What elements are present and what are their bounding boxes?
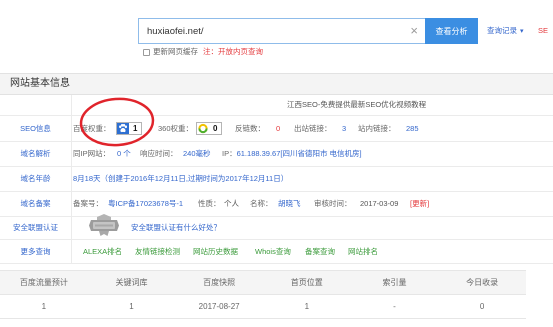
- dns-row: 域名解析 同IP网站： 0 个 响应时间： 240毫秒 IP：61.188.39…: [0, 142, 553, 167]
- icp-type-value: 个人: [224, 199, 239, 208]
- query-history-dropdown[interactable]: 查询记录 ▾: [487, 25, 524, 38]
- icp-name-value[interactable]: 胡晓飞: [278, 192, 301, 216]
- icp-row: 域名备案 备案号： 粤ICP备17023678号-1 性质： 个人 名称： 胡晓…: [0, 192, 553, 217]
- stats-header-keywords: 关键词库: [87, 270, 176, 295]
- query-history-label: 查询记录: [487, 26, 517, 35]
- internal-links-label: 站内链接：: [358, 124, 396, 133]
- more-link-alexa[interactable]: ALEXA排名: [83, 240, 122, 263]
- same-ip-value[interactable]: 0 个: [117, 142, 131, 166]
- domain-age-row: 域名年龄 8月18天（创建于2016年12月11日,过期时间为2017年12月1…: [0, 167, 553, 192]
- domain-age-label[interactable]: 域名年龄: [0, 167, 72, 191]
- ip-value[interactable]: 61.188.39.67[四川省德阳市 电信机房]: [237, 149, 362, 158]
- more-queries-row: 更多查询 ALEXA排名 友情链接检测 网站历史数据 Whois查询 备案查询 …: [0, 240, 553, 264]
- more-queries-label[interactable]: 更多查询: [0, 240, 72, 263]
- seo-info-label[interactable]: SEO信息: [0, 116, 72, 141]
- response-time-value[interactable]: 240毫秒: [183, 142, 211, 166]
- stats-header-row: 百度流量预计 关键词库 百度快照 首页位置 索引量 今日收录: [0, 270, 526, 295]
- stats-header-home-position: 首页位置: [262, 270, 351, 295]
- 360-rank-label: 360权重：: [158, 124, 194, 133]
- more-link-friend-links[interactable]: 友情链接检测: [135, 240, 180, 263]
- search-submit-button[interactable]: 查看分析: [425, 18, 478, 44]
- icp-review-label: 审核时间：: [314, 199, 352, 208]
- more-link-whois[interactable]: Whois查询: [255, 240, 291, 263]
- 360-logo-icon: [198, 123, 208, 134]
- more-link-icp[interactable]: 备案查询: [305, 240, 335, 263]
- table-row: 1 1 2017-08-27 1 - 0: [0, 294, 526, 319]
- stats-header-today-indexed: 今日收录: [438, 270, 526, 295]
- seo-extra-link[interactable]: SE: [538, 25, 548, 37]
- security-help-link[interactable]: 安全联盟认证有什么好处？: [131, 217, 221, 239]
- security-label[interactable]: 安全联盟认证: [0, 217, 72, 239]
- icp-type-label: 性质：: [198, 199, 221, 208]
- icp-update-link[interactable]: [更新]: [410, 192, 429, 216]
- section-header: 网站基本信息: [0, 73, 553, 95]
- stats-value-today-indexed: 0: [438, 294, 526, 319]
- chevron-down-icon: ▾: [520, 28, 524, 35]
- response-time-label: 响应时间：: [140, 149, 178, 158]
- site-title-row: 江西SEO-免费提供最新SEO优化视频教程: [0, 95, 553, 116]
- outbound-links-value[interactable]: 3: [342, 116, 346, 141]
- site-title-label-cell: [0, 95, 72, 115]
- dns-label[interactable]: 域名解析: [0, 142, 72, 166]
- baidu-rank-value: 1: [133, 124, 138, 133]
- search-input[interactable]: [139, 19, 401, 43]
- backlinks-value[interactable]: 0: [276, 116, 280, 141]
- section-title: 网站基本信息: [10, 78, 70, 89]
- search-box: ×: [138, 18, 426, 44]
- baidu-paw-icon: [117, 123, 129, 134]
- stats-value-home-position: 1: [262, 294, 351, 319]
- icp-name-label: 名称：: [250, 199, 273, 208]
- icp-review-date: 2017-03-09: [360, 199, 399, 208]
- seo-info-row: SEO信息 百度权重： 1 360权重： 0 反链数： 0 出站链接： 3 站内…: [0, 116, 553, 142]
- same-ip-label: 同IP网站：: [73, 149, 111, 158]
- stats-table: 百度流量预计 关键词库 百度快照 首页位置 索引量 今日收录 1 1 2017-…: [0, 270, 526, 319]
- more-link-history[interactable]: 网站历史数据: [193, 240, 238, 263]
- 360-rank-value: 0: [213, 124, 218, 133]
- stats-value-index: -: [350, 294, 439, 319]
- ip-label: IP：: [222, 149, 237, 158]
- stats-header-baidu-traffic: 百度流量预计: [0, 270, 88, 295]
- cache-note: 注：开放内页查询: [203, 47, 263, 56]
- baidu-rank-label: 百度权重：: [73, 124, 111, 133]
- update-cache-label: 更新网页缓存: [153, 47, 198, 56]
- icp-label[interactable]: 域名备案: [0, 192, 72, 216]
- site-title: 江西SEO-免费提供最新SEO优化视频教程: [287, 100, 427, 109]
- stats-header-index: 索引量: [350, 270, 439, 295]
- more-link-ranking[interactable]: 网站排名: [348, 240, 378, 263]
- stats-header-snapshot: 百度快照: [175, 270, 263, 295]
- security-badge-icon[interactable]: [87, 213, 121, 237]
- close-icon[interactable]: ×: [410, 19, 418, 42]
- internal-links-value[interactable]: 285: [406, 116, 419, 141]
- stats-value-baidu-traffic: 1: [0, 294, 88, 319]
- outbound-links-label: 出站链接：: [294, 124, 332, 133]
- 360-rank-badge[interactable]: 0: [196, 122, 223, 135]
- update-cache-checkbox[interactable]: [143, 49, 150, 56]
- stats-value-keywords: 1: [87, 294, 176, 319]
- security-row: 安全联盟认证 安全联盟认证有什么好处？: [0, 214, 553, 240]
- ip-info: IP：61.188.39.67[四川省德阳市 电信机房]: [222, 142, 362, 166]
- backlinks-label: 反链数：: [235, 124, 265, 133]
- stats-value-snapshot: 2017-08-27: [175, 294, 263, 319]
- domain-age-value[interactable]: 8月18天（创建于2016年12月11日,过期时间为2017年12月11日）: [73, 167, 288, 191]
- baidu-rank-badge[interactable]: 1: [116, 122, 143, 135]
